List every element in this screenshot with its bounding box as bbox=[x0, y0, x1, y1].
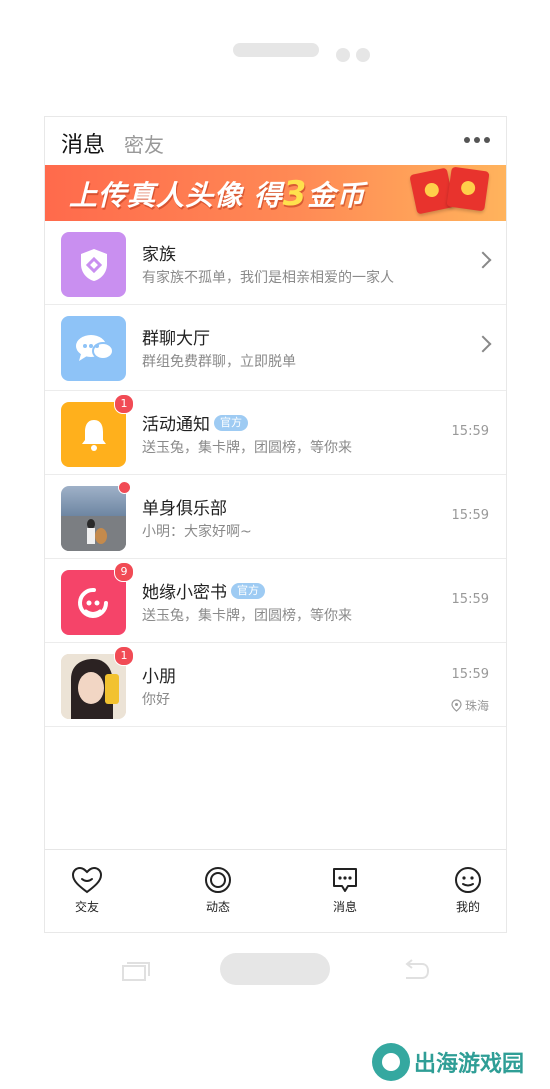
bottom-tab-bar: 交友 动态 消息 我的 bbox=[45, 849, 506, 932]
promo-banner[interactable]: 上传真人头像 得3金币 bbox=[45, 165, 506, 221]
item-time: 15:59 bbox=[451, 592, 489, 607]
watermark-text: 出海游戏园 bbox=[414, 1052, 525, 1077]
item-title: 家族 bbox=[142, 245, 176, 265]
chevron-right-icon bbox=[474, 251, 492, 269]
home-button[interactable] bbox=[220, 953, 330, 985]
tab-messages[interactable]: 消息 bbox=[61, 127, 105, 159]
tab-make-friends[interactable]: 交友 bbox=[57, 866, 117, 915]
avatar: 1 bbox=[61, 646, 134, 719]
item-desc: 送玉兔，集卡牌，团圆榜，等你来 bbox=[142, 608, 352, 624]
item-desc: 送玉兔，集卡牌，团圆榜，等你来 bbox=[142, 440, 352, 456]
unread-badge: 9 bbox=[114, 562, 134, 582]
location: 珠海 bbox=[451, 697, 489, 714]
avatar: 9 bbox=[61, 562, 134, 635]
recent-apps-icon[interactable] bbox=[121, 960, 151, 982]
unread-badge: 1 bbox=[114, 394, 134, 414]
avatar bbox=[61, 481, 131, 551]
item-title: 单身俱乐部 bbox=[142, 499, 227, 519]
ring-icon bbox=[205, 867, 231, 893]
tab-feed[interactable]: 动态 bbox=[188, 866, 248, 915]
official-tag: 官方 bbox=[231, 582, 265, 599]
item-time: 15:59 bbox=[451, 424, 489, 439]
item-title: 她缘小密书 官方 bbox=[142, 578, 265, 603]
photo-avatar bbox=[61, 516, 126, 551]
heart-face-icon bbox=[71, 866, 103, 894]
message-icon bbox=[333, 868, 357, 892]
headset-face-icon bbox=[77, 587, 108, 618]
list-item-singles-club[interactable]: 单身俱乐部 小明：大家好啊~ 15:59 bbox=[45, 475, 506, 559]
app-screen: 消息 密友 上传真人头像 得3金币 家族 有家族不孤单，我们是相亲相爱的一家人 bbox=[44, 116, 507, 933]
tab-mine[interactable]: 我的 bbox=[438, 866, 498, 915]
item-desc: 群组免费群聊，立即脱单 bbox=[142, 354, 296, 370]
tab-label: 交友 bbox=[74, 900, 99, 914]
tab-label: 动态 bbox=[205, 900, 230, 914]
tab-label: 我的 bbox=[455, 900, 480, 914]
list-item-secretary[interactable]: 9 她缘小密书 官方 送玉兔，集卡牌，团圆榜，等你来 15:59 bbox=[45, 559, 506, 643]
top-header: 消息 密友 bbox=[45, 117, 506, 165]
watermark: 出海游戏园 bbox=[372, 1043, 524, 1081]
item-desc: 小明：大家好啊~ bbox=[142, 524, 252, 540]
list-item-activity-notice[interactable]: 1 活动通知 官方 送玉兔，集卡牌，团圆榜，等你来 15:59 bbox=[45, 391, 506, 475]
item-time: 15:59 bbox=[451, 508, 489, 523]
tab-messages-bottom[interactable]: 消息 bbox=[315, 866, 375, 915]
chat-bubbles-icon bbox=[75, 334, 114, 361]
shield-icon bbox=[80, 248, 107, 281]
watermark-logo-icon bbox=[372, 1043, 410, 1081]
back-icon[interactable] bbox=[400, 958, 430, 982]
unread-badge: 1 bbox=[114, 646, 134, 666]
message-list: 家族 有家族不孤单，我们是相亲相爱的一家人 群聊大厅 群组免费群聊，立即脱单 1 bbox=[45, 221, 506, 727]
location-pin-icon bbox=[451, 699, 462, 712]
avatar: 1 bbox=[61, 394, 134, 467]
item-time: 15:59 bbox=[451, 667, 489, 682]
unread-dot bbox=[118, 481, 131, 494]
avatar bbox=[61, 316, 126, 381]
list-item-family[interactable]: 家族 有家族不孤单，我们是相亲相爱的一家人 bbox=[45, 221, 506, 305]
official-tag: 官方 bbox=[214, 414, 248, 431]
item-desc: 有家族不孤单，我们是相亲相爱的一家人 bbox=[142, 270, 394, 286]
more-menu-icon[interactable] bbox=[464, 137, 490, 143]
chevron-right-icon bbox=[474, 335, 492, 353]
bell-icon bbox=[81, 419, 106, 451]
avatar bbox=[61, 232, 126, 297]
item-desc: 你好 bbox=[142, 692, 170, 708]
item-title: 小朋 bbox=[142, 667, 176, 687]
red-envelope-icon bbox=[446, 166, 490, 212]
list-item-xiaopeng[interactable]: 1 小朋 你好 15:59 珠海 bbox=[45, 643, 506, 727]
phone-camera bbox=[336, 48, 350, 62]
list-item-group-chat[interactable]: 群聊大厅 群组免费群聊，立即脱单 bbox=[45, 305, 506, 391]
smile-icon bbox=[455, 867, 481, 893]
phone-sensor bbox=[356, 48, 370, 62]
item-title: 活动通知 官方 bbox=[142, 410, 248, 435]
banner-text: 上传真人头像 得3金币 bbox=[69, 174, 366, 214]
tab-label: 消息 bbox=[332, 900, 357, 914]
item-title: 群聊大厅 bbox=[142, 329, 210, 349]
phone-speaker bbox=[233, 43, 319, 57]
tab-friends[interactable]: 密友 bbox=[124, 129, 164, 158]
